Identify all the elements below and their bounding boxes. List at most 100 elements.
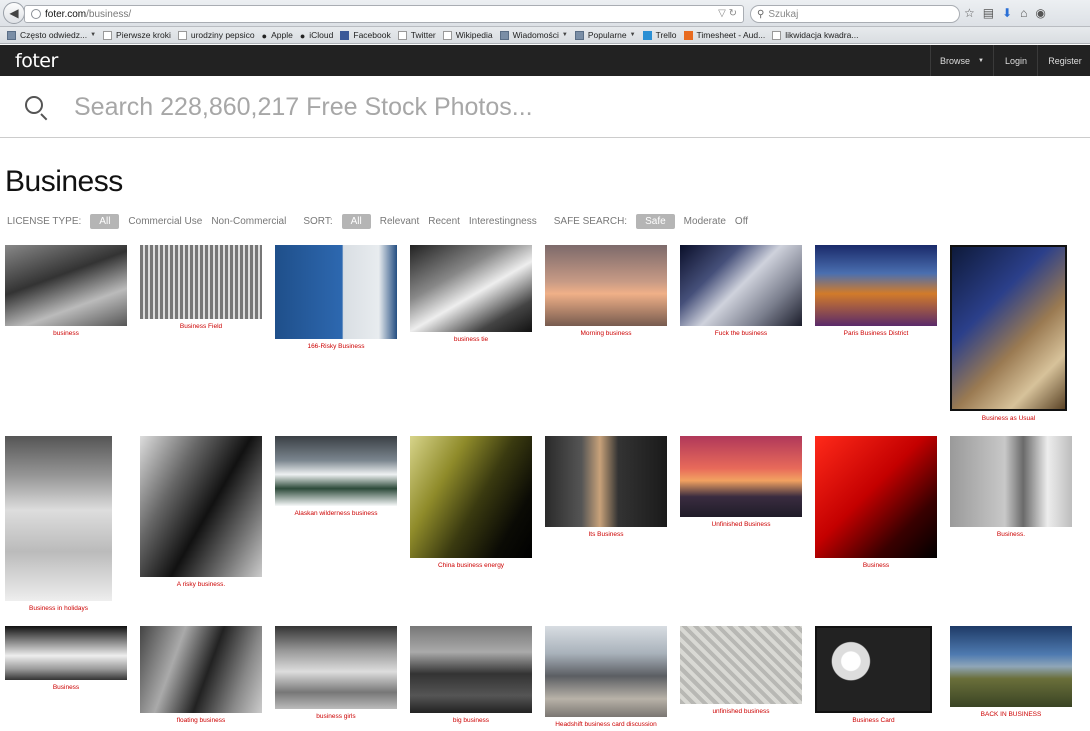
license-option-commercial[interactable]: Commercial Use	[128, 216, 202, 227]
photo-caption[interactable]: business girls	[275, 713, 397, 720]
sort-option-all[interactable]: All	[341, 213, 371, 229]
photo-thumbnail[interactable]	[275, 626, 397, 709]
license-option-noncommercial[interactable]: Non-Commercial	[211, 216, 286, 227]
safe-option-off[interactable]: Off	[735, 216, 748, 227]
photo-thumbnail[interactable]	[410, 436, 532, 558]
photo-caption[interactable]: business tie	[410, 336, 532, 343]
photo-thumbnail[interactable]	[815, 436, 937, 558]
photo-caption[interactable]: Business Field	[140, 323, 262, 330]
photo-thumbnail[interactable]	[950, 436, 1072, 527]
photo-thumbnail[interactable]	[140, 436, 262, 577]
photo-search-input[interactable]	[74, 91, 974, 123]
browse-menu[interactable]: Browse ▼	[930, 45, 994, 76]
bookmark-item[interactable]: ● iCloud	[300, 30, 334, 41]
photo-thumbnail[interactable]	[410, 626, 532, 713]
photo-caption[interactable]: big business	[410, 717, 532, 724]
photo-thumbnail[interactable]	[275, 436, 397, 506]
safe-option-safe[interactable]: Safe	[636, 213, 675, 229]
bookmark-item[interactable]: ● Apple	[261, 30, 293, 41]
photo-caption[interactable]: Fuck the business	[680, 330, 802, 337]
bookmark-label: Trello	[655, 30, 677, 40]
bookmark-item[interactable]: Często odwiedz... ▼	[7, 30, 96, 40]
sort-option-relevant[interactable]: Relevant	[380, 216, 419, 227]
bookmark-label: iCloud	[309, 30, 334, 40]
timesheet-icon	[683, 30, 693, 40]
photo-caption[interactable]: China business energy	[410, 562, 532, 569]
download-icon[interactable]: ⬇	[1002, 6, 1012, 20]
photo-caption[interactable]: Headshift business card discussion	[545, 721, 667, 728]
back-arrow-icon[interactable]: ◀	[3, 2, 25, 24]
photo-thumbnail[interactable]	[680, 245, 802, 326]
bookmark-item[interactable]: likwidacja kwadra...	[772, 30, 858, 40]
photo-thumbnail[interactable]	[140, 626, 262, 713]
chat-icon[interactable]: ◉	[1035, 6, 1045, 20]
photo-caption[interactable]: Business	[815, 562, 937, 569]
page-icon	[442, 30, 452, 40]
sort-option-recent[interactable]: Recent	[428, 216, 460, 227]
photo-caption[interactable]: 166-Risky Business	[275, 343, 397, 350]
bookmark-label: Facebook	[353, 30, 391, 40]
bookmark-item[interactable]: Facebook	[340, 30, 391, 40]
bookmark-item[interactable]: Pierwsze kroki	[103, 30, 171, 40]
register-link[interactable]: Register	[1040, 45, 1090, 76]
photo-caption[interactable]: A risky business.	[140, 581, 262, 588]
reload-icon[interactable]: ▽ ↻	[718, 8, 737, 19]
page-icon	[397, 30, 407, 40]
photo-caption[interactable]: Alaskan wilderness business	[275, 510, 397, 517]
photo-caption[interactable]: Business Card	[815, 717, 932, 724]
photo-caption[interactable]: Its Business	[545, 531, 667, 538]
photo-caption[interactable]: Paris Business District	[815, 330, 937, 337]
clipboard-icon[interactable]: ▤	[983, 6, 994, 20]
site-header: foter Browse ▼ Login Register	[0, 45, 1090, 76]
photo-caption[interactable]: BACK IN BUSINESS	[950, 711, 1072, 718]
photo-thumbnail[interactable]	[275, 245, 397, 339]
bookmark-item[interactable]: urodziny pepsico	[177, 30, 255, 40]
photo-caption[interactable]: unfinished business	[680, 708, 802, 715]
bookmark-item[interactable]: Trello	[642, 30, 677, 40]
bookmark-label: Wiadomości	[512, 30, 559, 40]
search-icon[interactable]	[25, 96, 43, 114]
photo-thumbnail[interactable]	[5, 626, 127, 680]
facebook-icon	[340, 30, 350, 40]
photo-caption[interactable]: Unfinished Business	[680, 521, 802, 528]
apple-icon: ●	[261, 30, 268, 41]
photo-caption[interactable]: Morning business	[545, 330, 667, 337]
photo-caption[interactable]: Business	[5, 684, 127, 691]
sort-option-interestingness[interactable]: Interestingness	[469, 216, 537, 227]
photo-thumbnail[interactable]	[815, 626, 932, 713]
photo-thumbnail[interactable]	[680, 626, 802, 704]
photo-caption[interactable]: Business.	[950, 531, 1072, 538]
bookmark-item[interactable]: Wikipedia	[442, 30, 493, 40]
photo-caption[interactable]: Business in holidays	[5, 605, 112, 612]
license-option-all[interactable]: All	[90, 213, 120, 229]
bookmark-item[interactable]: Twitter	[397, 30, 436, 40]
photo-thumbnail[interactable]	[545, 245, 667, 326]
photo-thumbnail[interactable]	[5, 436, 112, 601]
photo-thumbnail[interactable]	[950, 626, 1072, 707]
browser-search-field[interactable]: ⚲ Szukaj	[750, 5, 960, 23]
sort-label: SORT:	[303, 215, 333, 227]
home-icon[interactable]: ⌂	[1020, 6, 1027, 20]
foter-logo[interactable]: foter	[15, 50, 58, 72]
address-bar[interactable]: foter.com/business/ ▽ ↻	[24, 5, 744, 23]
photo-thumbnail[interactable]	[950, 245, 1067, 411]
photo-thumbnail[interactable]	[545, 436, 667, 527]
photo-caption[interactable]: business	[5, 330, 127, 337]
photo-thumbnail[interactable]	[410, 245, 532, 332]
bookmark-item[interactable]: Wiadomości ▼	[499, 30, 568, 40]
bookmark-item[interactable]: Popularne ▼	[574, 30, 636, 40]
bookmark-label: Apple	[271, 30, 293, 40]
photo-thumbnail[interactable]	[5, 245, 127, 326]
browser-toolbar: ◀ foter.com/business/ ▽ ↻ ⚲ Szukaj ☆ ▤ ⬇…	[0, 0, 1090, 27]
globe-icon	[31, 9, 41, 19]
photo-thumbnail[interactable]	[815, 245, 937, 326]
photo-caption[interactable]: Business as Usual	[950, 415, 1067, 422]
photo-thumbnail[interactable]	[545, 626, 667, 717]
photo-thumbnail[interactable]	[680, 436, 802, 517]
star-icon[interactable]: ☆	[964, 6, 975, 20]
photo-caption[interactable]: floating business	[140, 717, 262, 724]
photo-thumbnail[interactable]	[140, 245, 262, 319]
bookmark-item[interactable]: Timesheet - Aud...	[683, 30, 765, 40]
safe-option-moderate[interactable]: Moderate	[684, 216, 726, 227]
login-link[interactable]: Login	[995, 45, 1038, 76]
